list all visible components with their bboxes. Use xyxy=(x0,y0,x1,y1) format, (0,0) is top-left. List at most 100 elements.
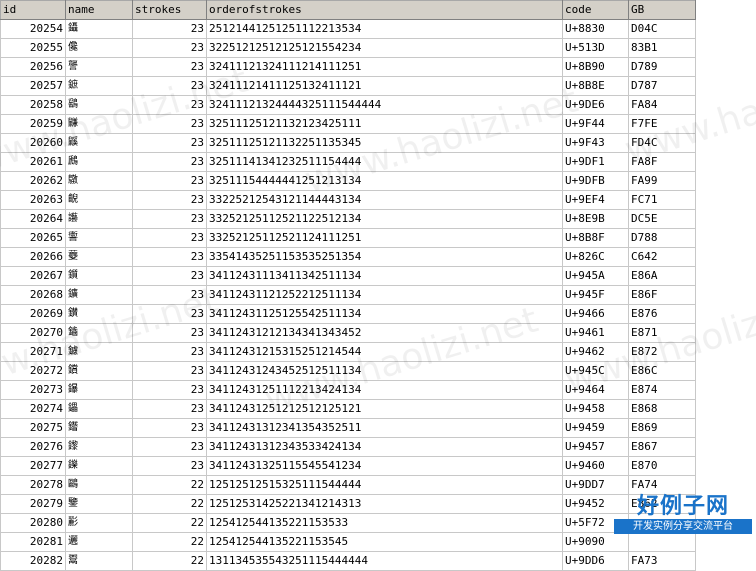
cell-id[interactable]: 20254 xyxy=(0,19,66,39)
cell-code[interactable]: U+9459 xyxy=(562,418,629,438)
cell-strokes[interactable]: 23 xyxy=(132,266,207,286)
column-header-gb[interactable]: GB xyxy=(628,0,696,20)
table-row[interactable]: 20282 鬻 22 131134535543251115444444 U+9DD6 FA… xyxy=(0,551,696,571)
cell-id[interactable]: 20259 xyxy=(0,114,66,134)
cell-name[interactable]: 邐 xyxy=(65,532,133,552)
cell-orderofstrokes[interactable]: 32411121324111214111251 xyxy=(206,57,563,77)
cell-strokes[interactable]: 23 xyxy=(132,38,207,58)
cell-id[interactable]: 20275 xyxy=(0,418,66,438)
column-header-name[interactable]: name xyxy=(65,0,133,20)
table-row[interactable]: 20254 鑷 23 25121441251251112213534 U+8830 D04… xyxy=(0,19,696,39)
cell-gb[interactable]: FA99 xyxy=(628,171,696,191)
cell-orderofstrokes[interactable]: 125412544135221153545 xyxy=(206,532,563,552)
cell-orderofstrokes[interactable]: 25121441251251112213534 xyxy=(206,19,563,39)
cell-name[interactable]: 鑕 xyxy=(65,266,133,286)
cell-strokes[interactable]: 23 xyxy=(132,437,207,457)
cell-code[interactable]: U+9EF4 xyxy=(562,190,629,210)
cell-orderofstrokes[interactable]: 33541435251153535251354 xyxy=(206,247,563,267)
table-row[interactable]: 20280 彲 22 125412544135221153533 U+5F72 xyxy=(0,513,696,533)
cell-code[interactable]: U+9466 xyxy=(562,304,629,324)
cell-name[interactable]: 鑗 xyxy=(65,437,133,457)
cell-strokes[interactable]: 23 xyxy=(132,190,207,210)
cell-id[interactable]: 20261 xyxy=(0,152,66,172)
cell-code[interactable]: U+9458 xyxy=(562,399,629,419)
column-header-strokes[interactable]: strokes xyxy=(132,0,207,20)
cell-strokes[interactable]: 23 xyxy=(132,95,207,115)
cell-id[interactable]: 20263 xyxy=(0,190,66,210)
cell-orderofstrokes[interactable]: 131134535543251115444444 xyxy=(206,551,563,571)
cell-gb[interactable]: E869 xyxy=(628,418,696,438)
cell-strokes[interactable]: 23 xyxy=(132,76,207,96)
table-row[interactable]: 20261 鷉 23 32511141341232511154444 U+9DF1 FA8… xyxy=(0,152,696,172)
cell-id[interactable]: 20277 xyxy=(0,456,66,476)
cell-code[interactable]: U+9461 xyxy=(562,323,629,343)
cell-name[interactable]: 鏣 xyxy=(65,76,133,96)
cell-gb[interactable]: E867 xyxy=(628,437,696,457)
cell-orderofstrokes[interactable]: 32411121411125132411121 xyxy=(206,76,563,96)
cell-strokes[interactable]: 22 xyxy=(132,475,207,495)
cell-orderofstrokes[interactable]: 32411121324444325111544444 xyxy=(206,95,563,115)
cell-code[interactable]: U+9DFB xyxy=(562,171,629,191)
cell-id[interactable]: 20265 xyxy=(0,228,66,248)
table-row[interactable]: 20277 鑠 23 34112431325115545541234 U+9460 E87… xyxy=(0,456,696,476)
cell-strokes[interactable]: 23 xyxy=(132,304,207,324)
cell-gb[interactable]: E868 xyxy=(628,399,696,419)
cell-orderofstrokes[interactable]: 32511141341232511154444 xyxy=(206,152,563,172)
cell-orderofstrokes[interactable]: 34112431215315251214544 xyxy=(206,342,563,362)
cell-strokes[interactable]: 23 xyxy=(132,57,207,77)
cell-name[interactable]: 鑠 xyxy=(65,456,133,476)
cell-gb[interactable]: D789 xyxy=(628,57,696,77)
cell-strokes[interactable]: 23 xyxy=(132,456,207,476)
table-row[interactable]: 20271 鑢 23 34112431215315251214544 U+9462 E87… xyxy=(0,342,696,362)
table-row[interactable]: 20262 鷻 23 32511154444441251213134 U+9DFB FA9… xyxy=(0,171,696,191)
cell-strokes[interactable]: 23 xyxy=(132,323,207,343)
cell-gb[interactable]: E874 xyxy=(628,380,696,400)
column-header-code[interactable]: code xyxy=(562,0,629,20)
cell-code[interactable]: U+9DE6 xyxy=(562,95,629,115)
cell-id[interactable]: 20270 xyxy=(0,323,66,343)
cell-id[interactable]: 20269 xyxy=(0,304,66,324)
cell-id[interactable]: 20255 xyxy=(0,38,66,58)
cell-strokes[interactable]: 23 xyxy=(132,228,207,248)
cell-gb[interactable]: FA74 xyxy=(628,475,696,495)
cell-orderofstrokes[interactable]: 34112431312341354352511 xyxy=(206,418,563,438)
cell-code[interactable]: U+945F xyxy=(562,285,629,305)
cell-orderofstrokes[interactable]: 32511154444441251213134 xyxy=(206,171,563,191)
cell-gb[interactable] xyxy=(628,532,696,552)
table-row[interactable]: 20274 鑘 23 34112431251212512125121 U+9458 E86… xyxy=(0,399,696,419)
cell-name[interactable]: 鑡 xyxy=(65,323,133,343)
cell-gb[interactable]: E870 xyxy=(628,456,696,476)
column-header-orderofstrokes[interactable]: orderofstrokes xyxy=(206,0,563,20)
cell-strokes[interactable]: 23 xyxy=(132,418,207,438)
cell-strokes[interactable]: 22 xyxy=(132,494,207,514)
cell-gb[interactable]: 83B1 xyxy=(628,38,696,58)
cell-orderofstrokes[interactable]: 34112431251212512125121 xyxy=(206,399,563,419)
cell-name[interactable]: 鑷 xyxy=(65,19,133,39)
cell-name[interactable]: 儳 xyxy=(65,38,133,58)
cell-orderofstrokes[interactable]: 32511125121132123425111 xyxy=(206,114,563,134)
cell-strokes[interactable]: 22 xyxy=(132,551,207,571)
cell-gb[interactable]: FA84 xyxy=(628,95,696,115)
cell-name[interactable]: 讋 xyxy=(65,57,133,77)
cell-code[interactable]: U+9DD7 xyxy=(562,475,629,495)
cell-code[interactable]: U+945C xyxy=(562,361,629,381)
cell-gb[interactable]: D788 xyxy=(628,228,696,248)
cell-name[interactable]: 鑤 xyxy=(65,380,133,400)
cell-id[interactable]: 20272 xyxy=(0,361,66,381)
cell-name[interactable]: 鷂 xyxy=(65,95,133,115)
cell-code[interactable]: U+9462 xyxy=(562,342,629,362)
cell-orderofstrokes[interactable]: 12512531425221341214313 xyxy=(206,494,563,514)
cell-name[interactable]: 鷉 xyxy=(65,152,133,172)
cell-id[interactable]: 20268 xyxy=(0,285,66,305)
cell-strokes[interactable]: 23 xyxy=(132,209,207,229)
table-row[interactable]: 20278 鷗 22 12512512515325111544444 U+9DD7 FA7… xyxy=(0,475,696,495)
cell-gb[interactable]: E872 xyxy=(628,342,696,362)
cell-gb[interactable]: F7FE xyxy=(628,114,696,134)
cell-name[interactable]: 鑛 xyxy=(65,285,133,305)
cell-name[interactable]: 鑒 xyxy=(65,494,133,514)
cell-id[interactable]: 20276 xyxy=(0,437,66,457)
cell-id[interactable]: 20258 xyxy=(0,95,66,115)
cell-gb[interactable]: D787 xyxy=(628,76,696,96)
table-row[interactable]: 20267 鑕 23 34112431113411342511134 U+945A E86… xyxy=(0,266,696,286)
cell-code[interactable]: U+9DD6 xyxy=(562,551,629,571)
